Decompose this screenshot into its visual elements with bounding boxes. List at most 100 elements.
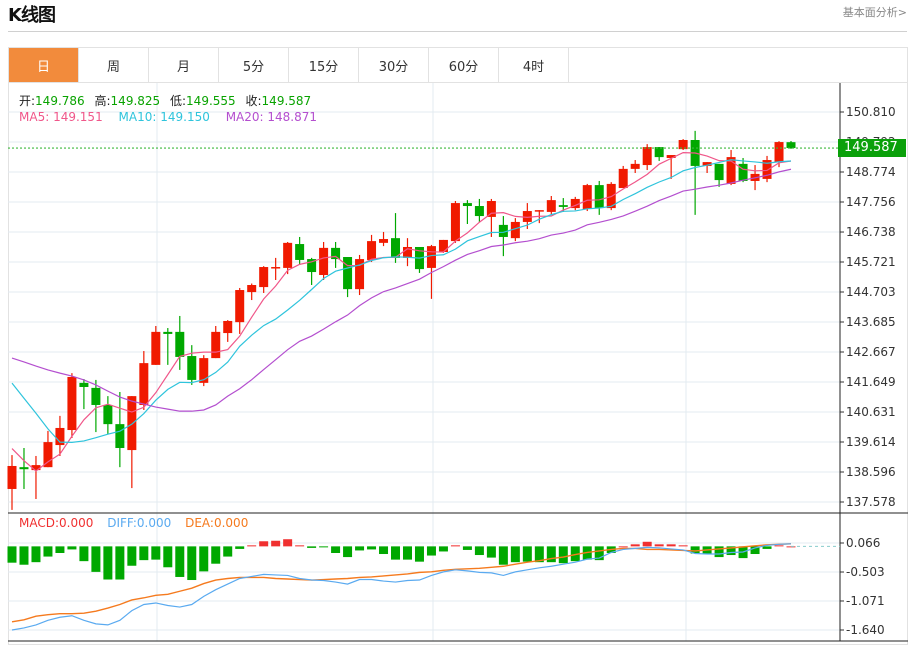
ma-legend: MA5: 149.151 MA10: 149.150 MA20: 148.871 (19, 110, 317, 124)
macd-label: MACD: (19, 516, 60, 530)
macd-histogram-bar (331, 546, 341, 553)
candle-up (618, 168, 628, 189)
macd-histogram-bar (199, 546, 209, 572)
macd-histogram-bar (7, 546, 17, 563)
candle-down (115, 424, 125, 449)
candle-down (19, 467, 29, 470)
macd-histogram-bar (510, 546, 520, 563)
macd-histogram-bar (175, 546, 185, 577)
low-value: 149.555 (186, 94, 236, 108)
ma10-label: MA10: (118, 110, 157, 124)
macd-histogram-bar (259, 541, 269, 547)
candle-up (247, 285, 257, 293)
candle-up (235, 290, 245, 323)
macd-histogram-bar (55, 546, 65, 553)
macd-histogram-bar (235, 546, 245, 549)
macd-histogram-bar (319, 546, 329, 548)
price-tick-label: 147.756 (846, 195, 896, 209)
candle-up (283, 242, 293, 268)
macd-histogram-bar (31, 546, 41, 563)
candle-down (103, 404, 113, 425)
ma5-label: MA5: (19, 110, 50, 124)
candle-down (163, 331, 173, 334)
candle-down (594, 185, 604, 209)
macd-histogram-bar (91, 546, 101, 572)
candle-up (211, 331, 221, 359)
macd-tick-label: -1.071 (846, 594, 885, 608)
macd-value: 0.000 (59, 516, 94, 530)
price-tick-label: 139.614 (846, 435, 896, 449)
candle-up (582, 185, 592, 209)
candle-up (139, 363, 149, 405)
macd-histogram-bar (391, 546, 401, 560)
macd-histogram-bar (163, 546, 173, 568)
macd-histogram-bar (762, 546, 772, 549)
candle-up (534, 210, 544, 212)
macd-tick-label: 0.066 (846, 536, 880, 550)
dea-label: DEA: (185, 516, 214, 530)
candle-down (558, 205, 568, 207)
macd-histogram-bar (247, 545, 257, 547)
macd-histogram-bar (103, 546, 113, 580)
close-value: 149.587 (261, 94, 312, 108)
ohlc-legend: 开:149.786 高:149.825 低:149.555 收:149.587 (19, 92, 317, 109)
macd-histogram-bar (115, 546, 125, 580)
last-price-marker: 149.587 (838, 139, 906, 157)
macd-histogram-bar (139, 546, 149, 561)
price-tick-label: 146.738 (846, 225, 896, 239)
price-tick-label: 141.649 (846, 375, 896, 389)
candle-up (271, 267, 281, 269)
candle-down (175, 331, 185, 357)
macd-histogram-bar (666, 544, 676, 547)
candle-up (642, 147, 652, 166)
candle-down (714, 163, 724, 181)
price-tick-label: 148.774 (846, 165, 896, 179)
price-tick-label: 150.810 (846, 105, 896, 119)
macd-histogram-bar (43, 546, 53, 557)
macd-histogram-bar (630, 544, 640, 547)
candle-up (367, 241, 377, 260)
macd-tick-label: -1.640 (846, 623, 885, 637)
macd-histogram-bar (462, 546, 472, 550)
price-tick-label: 142.667 (846, 345, 896, 359)
candle-up (67, 376, 77, 431)
candle-down (79, 382, 89, 387)
macd-histogram-bar (307, 546, 317, 548)
macd-histogram-bar (474, 546, 484, 556)
diff-label: DIFF: (107, 516, 137, 530)
candle-up (450, 203, 460, 242)
price-tick-label: 137.578 (846, 495, 896, 509)
macd-histogram-bar (67, 546, 77, 550)
price-tick-label: 144.703 (846, 285, 896, 299)
price-tick-label: 140.631 (846, 405, 896, 419)
macd-histogram-bar (498, 546, 508, 565)
candle-up (127, 396, 137, 451)
close-label: 收: (245, 94, 262, 108)
candle-up (43, 442, 53, 468)
low-label: 低: (170, 94, 187, 108)
price-tick-label: 138.596 (846, 465, 896, 479)
price-tick-label: 145.721 (846, 255, 896, 269)
high-value: 149.825 (110, 94, 161, 108)
open-value: 149.786 (35, 94, 85, 108)
macd-histogram-bar (79, 546, 89, 562)
candle-up (7, 465, 17, 489)
dea-value: 0.000 (213, 516, 249, 530)
macd-tick-label: -0.503 (846, 565, 885, 579)
candle-up (223, 320, 233, 334)
macd-legend: MACD:0.000 DIFF:0.000 DEA:0.000 (19, 516, 248, 530)
macd-histogram-bar (355, 546, 365, 551)
macd-histogram-bar (19, 546, 29, 565)
ma10-value: 149.150 (160, 110, 210, 124)
candle-up (151, 331, 161, 365)
macd-histogram-bar (379, 546, 389, 555)
macd-histogram-bar (127, 546, 137, 566)
candle-up (426, 246, 436, 268)
macd-histogram-bar (774, 545, 784, 547)
candle-down (187, 356, 197, 380)
macd-histogram-bar (295, 545, 305, 547)
candle-up (486, 201, 496, 217)
candle-up (259, 267, 269, 288)
macd-histogram-bar (223, 546, 233, 557)
candle-up (522, 211, 532, 222)
